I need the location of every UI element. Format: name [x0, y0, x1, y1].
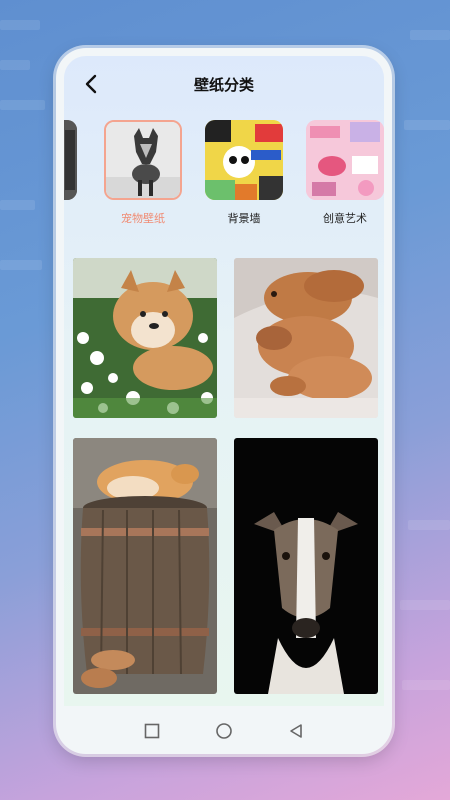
- wallpaper-tile-1[interactable]: [73, 258, 217, 418]
- category-item-partial[interactable]: [64, 120, 78, 200]
- square-recent-apps-icon: [144, 723, 160, 739]
- triangle-back-icon: [290, 724, 302, 738]
- back-nav-button[interactable]: [285, 720, 307, 742]
- category-item-background-wall[interactable]: 背景墙: [204, 120, 284, 226]
- category-label: 创意艺术: [323, 212, 367, 225]
- shiba-in-flowers-photo: [73, 258, 217, 418]
- category-label: 背景墙: [227, 212, 261, 225]
- system-nav-bar: [56, 708, 392, 754]
- category-item-pet-wallpaper[interactable]: 宠物壁纸: [103, 120, 183, 226]
- wallpaper-tile-4[interactable]: [234, 438, 378, 694]
- sleeping-golden-retrievers-photo: [234, 258, 378, 418]
- wallpaper-tile-2[interactable]: [234, 258, 378, 418]
- shiba-on-barrel-photo: [73, 438, 217, 694]
- home-button[interactable]: [213, 720, 235, 742]
- app-screen: 壁纸分类 宠物壁纸 背景墙 创意艺术: [64, 56, 384, 706]
- wallpaper-tile-3[interactable]: [73, 438, 217, 694]
- whippet-portrait-photo: [234, 438, 378, 694]
- page-title: 壁纸分类: [193, 76, 254, 94]
- recent-apps-button[interactable]: [141, 720, 163, 742]
- wolf-dog-photo: [104, 120, 182, 200]
- sticker-collage-photo: [205, 120, 283, 200]
- title-bar: 壁纸分类: [64, 56, 384, 112]
- category-item-creative-art[interactable]: 创意艺术: [305, 120, 384, 226]
- pink-collage-photo: [306, 120, 384, 200]
- phone-frame: 壁纸分类 宠物壁纸 背景墙 创意艺术: [56, 48, 392, 754]
- partial-category-thumbnail: [64, 120, 77, 200]
- category-strip[interactable]: 宠物壁纸 背景墙 创意艺术: [64, 120, 384, 230]
- circle-home-icon: [216, 723, 232, 739]
- category-label: 宠物壁纸: [121, 212, 165, 225]
